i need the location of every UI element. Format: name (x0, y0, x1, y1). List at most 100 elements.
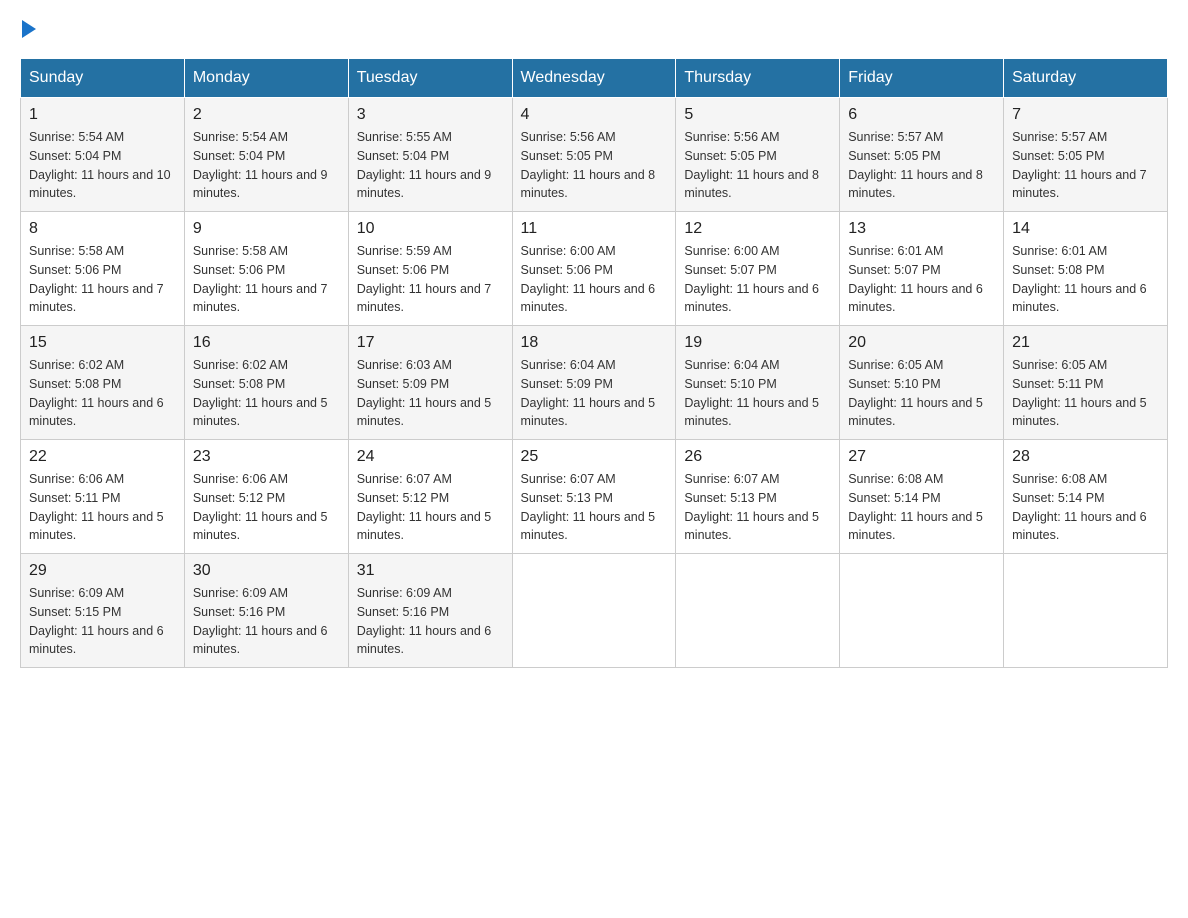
calendar-header-row: SundayMondayTuesdayWednesdayThursdayFrid… (21, 59, 1168, 98)
day-of-week-header: Monday (184, 59, 348, 98)
calendar-day-cell: 31Sunrise: 6:09 AMSunset: 5:16 PMDayligh… (348, 554, 512, 668)
day-number: 8 (29, 220, 176, 238)
logo-arrow-icon (22, 20, 36, 38)
day-number: 15 (29, 334, 176, 352)
calendar-day-cell: 6 Sunrise: 5:57 AMSunset: 5:05 PMDaylight… (840, 98, 1004, 212)
day-number: 10 (357, 220, 504, 238)
calendar-day-cell: 29Sunrise: 6:09 AMSunset: 5:15 PMDayligh… (21, 554, 185, 668)
day-of-week-header: Sunday (21, 59, 185, 98)
day-number: 13 (848, 220, 995, 238)
day-info: Sunrise: 6:09 AMSunset: 5:16 PMDaylight:… (357, 584, 504, 659)
calendar-day-cell: 8 Sunrise: 5:58 AMSunset: 5:06 PMDaylight… (21, 212, 185, 326)
day-info: Sunrise: 6:07 AMSunset: 5:13 PMDaylight:… (684, 470, 831, 545)
day-number: 11 (521, 220, 668, 238)
day-number: 14 (1012, 220, 1159, 238)
calendar-day-cell: 22Sunrise: 6:06 AMSunset: 5:11 PMDayligh… (21, 440, 185, 554)
day-number: 4 (521, 106, 668, 124)
day-of-week-header: Wednesday (512, 59, 676, 98)
day-number: 20 (848, 334, 995, 352)
calendar-day-cell: 28Sunrise: 6:08 AMSunset: 5:14 PMDayligh… (1004, 440, 1168, 554)
day-info: Sunrise: 6:03 AMSunset: 5:09 PMDaylight:… (357, 356, 504, 431)
day-number: 29 (29, 562, 176, 580)
day-info: Sunrise: 5:58 AMSunset: 5:06 PMDaylight:… (193, 242, 340, 317)
day-number: 26 (684, 448, 831, 466)
calendar-day-cell: 11 Sunrise: 6:00 AMSunset: 5:06 PMDayligh… (512, 212, 676, 326)
day-info: Sunrise: 6:01 AMSunset: 5:07 PMDaylight:… (848, 242, 995, 317)
day-info: Sunrise: 6:07 AMSunset: 5:13 PMDaylight:… (521, 470, 668, 545)
day-info: Sunrise: 6:02 AMSunset: 5:08 PMDaylight:… (29, 356, 176, 431)
calendar-day-cell: 16 Sunrise: 6:02 AMSunset: 5:08 PMDayligh… (184, 326, 348, 440)
day-info: Sunrise: 6:04 AMSunset: 5:09 PMDaylight:… (521, 356, 668, 431)
day-number: 17 (357, 334, 504, 352)
day-number: 25 (521, 448, 668, 466)
day-of-week-header: Tuesday (348, 59, 512, 98)
day-number: 9 (193, 220, 340, 238)
calendar-day-cell: 25 Sunrise: 6:07 AMSunset: 5:13 PMDayligh… (512, 440, 676, 554)
calendar-day-cell: 18 Sunrise: 6:04 AMSunset: 5:09 PMDayligh… (512, 326, 676, 440)
calendar-day-cell: 23 Sunrise: 6:06 AMSunset: 5:12 PMDayligh… (184, 440, 348, 554)
day-info: Sunrise: 6:07 AMSunset: 5:12 PMDaylight:… (357, 470, 504, 545)
day-number: 28 (1012, 448, 1159, 466)
calendar-day-cell: 10 Sunrise: 5:59 AMSunset: 5:06 PMDayligh… (348, 212, 512, 326)
day-info: Sunrise: 6:04 AMSunset: 5:10 PMDaylight:… (684, 356, 831, 431)
day-info: Sunrise: 6:06 AMSunset: 5:12 PMDaylight:… (193, 470, 340, 545)
page-header (20, 20, 1168, 38)
calendar-day-cell (1004, 554, 1168, 668)
day-info: Sunrise: 6:09 AMSunset: 5:16 PMDaylight:… (193, 584, 340, 659)
day-number: 12 (684, 220, 831, 238)
calendar-day-cell: 7 Sunrise: 5:57 AMSunset: 5:05 PMDaylight… (1004, 98, 1168, 212)
day-number: 18 (521, 334, 668, 352)
day-info: Sunrise: 6:02 AMSunset: 5:08 PMDaylight:… (193, 356, 340, 431)
day-number: 23 (193, 448, 340, 466)
calendar-week-row: 8 Sunrise: 5:58 AMSunset: 5:06 PMDaylight… (21, 212, 1168, 326)
day-number: 24 (357, 448, 504, 466)
day-info: Sunrise: 5:56 AMSunset: 5:05 PMDaylight:… (521, 128, 668, 203)
calendar-week-row: 22Sunrise: 6:06 AMSunset: 5:11 PMDayligh… (21, 440, 1168, 554)
day-number: 7 (1012, 106, 1159, 124)
day-info: Sunrise: 5:58 AMSunset: 5:06 PMDaylight:… (29, 242, 176, 317)
day-info: Sunrise: 5:57 AMSunset: 5:05 PMDaylight:… (1012, 128, 1159, 203)
logo (20, 20, 36, 38)
calendar-day-cell (676, 554, 840, 668)
calendar-day-cell: 27 Sunrise: 6:08 AMSunset: 5:14 PMDayligh… (840, 440, 1004, 554)
calendar-day-cell: 17 Sunrise: 6:03 AMSunset: 5:09 PMDayligh… (348, 326, 512, 440)
calendar-table: SundayMondayTuesdayWednesdayThursdayFrid… (20, 58, 1168, 668)
calendar-day-cell: 12 Sunrise: 6:00 AMSunset: 5:07 PMDayligh… (676, 212, 840, 326)
day-info: Sunrise: 6:08 AMSunset: 5:14 PMDaylight:… (848, 470, 995, 545)
calendar-day-cell: 4 Sunrise: 5:56 AMSunset: 5:05 PMDaylight… (512, 98, 676, 212)
day-number: 2 (193, 106, 340, 124)
calendar-week-row: 1 Sunrise: 5:54 AMSunset: 5:04 PMDaylight… (21, 98, 1168, 212)
day-of-week-header: Saturday (1004, 59, 1168, 98)
calendar-day-cell: 20 Sunrise: 6:05 AMSunset: 5:10 PMDayligh… (840, 326, 1004, 440)
day-info: Sunrise: 5:57 AMSunset: 5:05 PMDaylight:… (848, 128, 995, 203)
day-info: Sunrise: 6:06 AMSunset: 5:11 PMDaylight:… (29, 470, 176, 545)
day-number: 5 (684, 106, 831, 124)
day-info: Sunrise: 6:00 AMSunset: 5:07 PMDaylight:… (684, 242, 831, 317)
calendar-day-cell: 1 Sunrise: 5:54 AMSunset: 5:04 PMDaylight… (21, 98, 185, 212)
day-info: Sunrise: 5:56 AMSunset: 5:05 PMDaylight:… (684, 128, 831, 203)
day-info: Sunrise: 5:54 AMSunset: 5:04 PMDaylight:… (193, 128, 340, 203)
calendar-day-cell: 2 Sunrise: 5:54 AMSunset: 5:04 PMDaylight… (184, 98, 348, 212)
day-number: 30 (193, 562, 340, 580)
calendar-day-cell (512, 554, 676, 668)
day-number: 1 (29, 106, 176, 124)
day-info: Sunrise: 6:00 AMSunset: 5:06 PMDaylight:… (521, 242, 668, 317)
day-info: Sunrise: 5:59 AMSunset: 5:06 PMDaylight:… (357, 242, 504, 317)
calendar-day-cell: 13 Sunrise: 6:01 AMSunset: 5:07 PMDayligh… (840, 212, 1004, 326)
calendar-week-row: 29Sunrise: 6:09 AMSunset: 5:15 PMDayligh… (21, 554, 1168, 668)
day-info: Sunrise: 6:05 AMSunset: 5:10 PMDaylight:… (848, 356, 995, 431)
day-info: Sunrise: 6:05 AMSunset: 5:11 PMDaylight:… (1012, 356, 1159, 431)
calendar-day-cell (840, 554, 1004, 668)
calendar-day-cell: 5 Sunrise: 5:56 AMSunset: 5:05 PMDaylight… (676, 98, 840, 212)
calendar-day-cell: 3Sunrise: 5:55 AMSunset: 5:04 PMDaylight… (348, 98, 512, 212)
day-number: 19 (684, 334, 831, 352)
day-number: 6 (848, 106, 995, 124)
calendar-day-cell: 14Sunrise: 6:01 AMSunset: 5:08 PMDayligh… (1004, 212, 1168, 326)
day-number: 16 (193, 334, 340, 352)
day-of-week-header: Thursday (676, 59, 840, 98)
day-number: 27 (848, 448, 995, 466)
day-info: Sunrise: 5:54 AMSunset: 5:04 PMDaylight:… (29, 128, 176, 203)
calendar-day-cell: 9 Sunrise: 5:58 AMSunset: 5:06 PMDaylight… (184, 212, 348, 326)
calendar-week-row: 15 Sunrise: 6:02 AMSunset: 5:08 PMDayligh… (21, 326, 1168, 440)
calendar-day-cell: 19 Sunrise: 6:04 AMSunset: 5:10 PMDayligh… (676, 326, 840, 440)
